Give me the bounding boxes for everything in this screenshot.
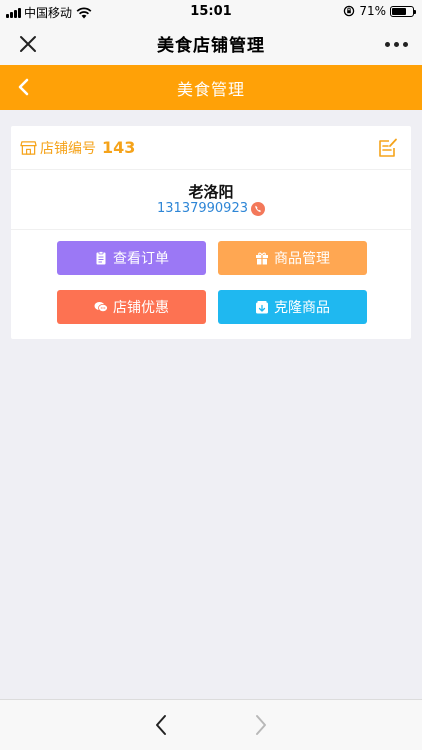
close-icon[interactable] — [16, 32, 40, 56]
phone-row: 13137990923 — [11, 201, 411, 216]
rotation-lock-icon — [344, 5, 355, 17]
clone-icon — [256, 301, 268, 314]
phone-link[interactable]: 13137990923 — [157, 201, 248, 216]
view-orders-button[interactable]: 查看订单 — [57, 241, 206, 275]
battery-icon — [390, 5, 416, 17]
page-header: 美食管理 — [0, 65, 422, 110]
chat-icon — [94, 302, 108, 312]
edit-icon[interactable] — [377, 137, 399, 159]
store-discount-button[interactable]: 店铺优惠 — [57, 290, 206, 324]
phone-icon[interactable] — [250, 201, 265, 216]
store-label: 店铺编号 — [40, 140, 96, 157]
store-owner: 老洛阳 — [188, 183, 234, 201]
status-right: 71% — [343, 4, 416, 18]
back-icon[interactable] — [14, 75, 36, 99]
store-discount-label: 店铺优惠 — [113, 300, 169, 316]
page-title: 美食管理 — [176, 79, 245, 99]
chevron-right-icon[interactable] — [250, 712, 272, 738]
clone-products-label: 克隆商品 — [274, 300, 330, 316]
more-icon[interactable] — [385, 34, 408, 54]
chevron-left-icon[interactable] — [150, 712, 172, 738]
store-icon — [20, 141, 37, 155]
clone-products-button[interactable]: 克隆商品 — [218, 290, 367, 324]
nav-title: 美食店铺管理 — [157, 36, 265, 56]
store-card-header: 店铺编号 143 — [11, 126, 411, 170]
nav-bar: 美食店铺管理 — [0, 22, 422, 65]
view-orders-label: 查看订单 — [113, 251, 169, 267]
status-bar: 中国移动 15:01 71% — [0, 0, 422, 22]
gift-icon — [256, 252, 268, 265]
store-info: 老洛阳 13137990923 — [11, 170, 411, 230]
product-management-button[interactable]: 商品管理 — [218, 241, 367, 275]
bottom-toolbar — [0, 699, 422, 750]
product-management-label: 商品管理 — [274, 251, 330, 267]
store-number: 143 — [102, 138, 136, 157]
battery-percent: 71% — [359, 4, 386, 18]
clipboard-icon — [96, 251, 106, 265]
store-card: 店铺编号 143 老洛阳 13137990923 查看订单 商品管理 店铺优惠 … — [11, 126, 411, 339]
